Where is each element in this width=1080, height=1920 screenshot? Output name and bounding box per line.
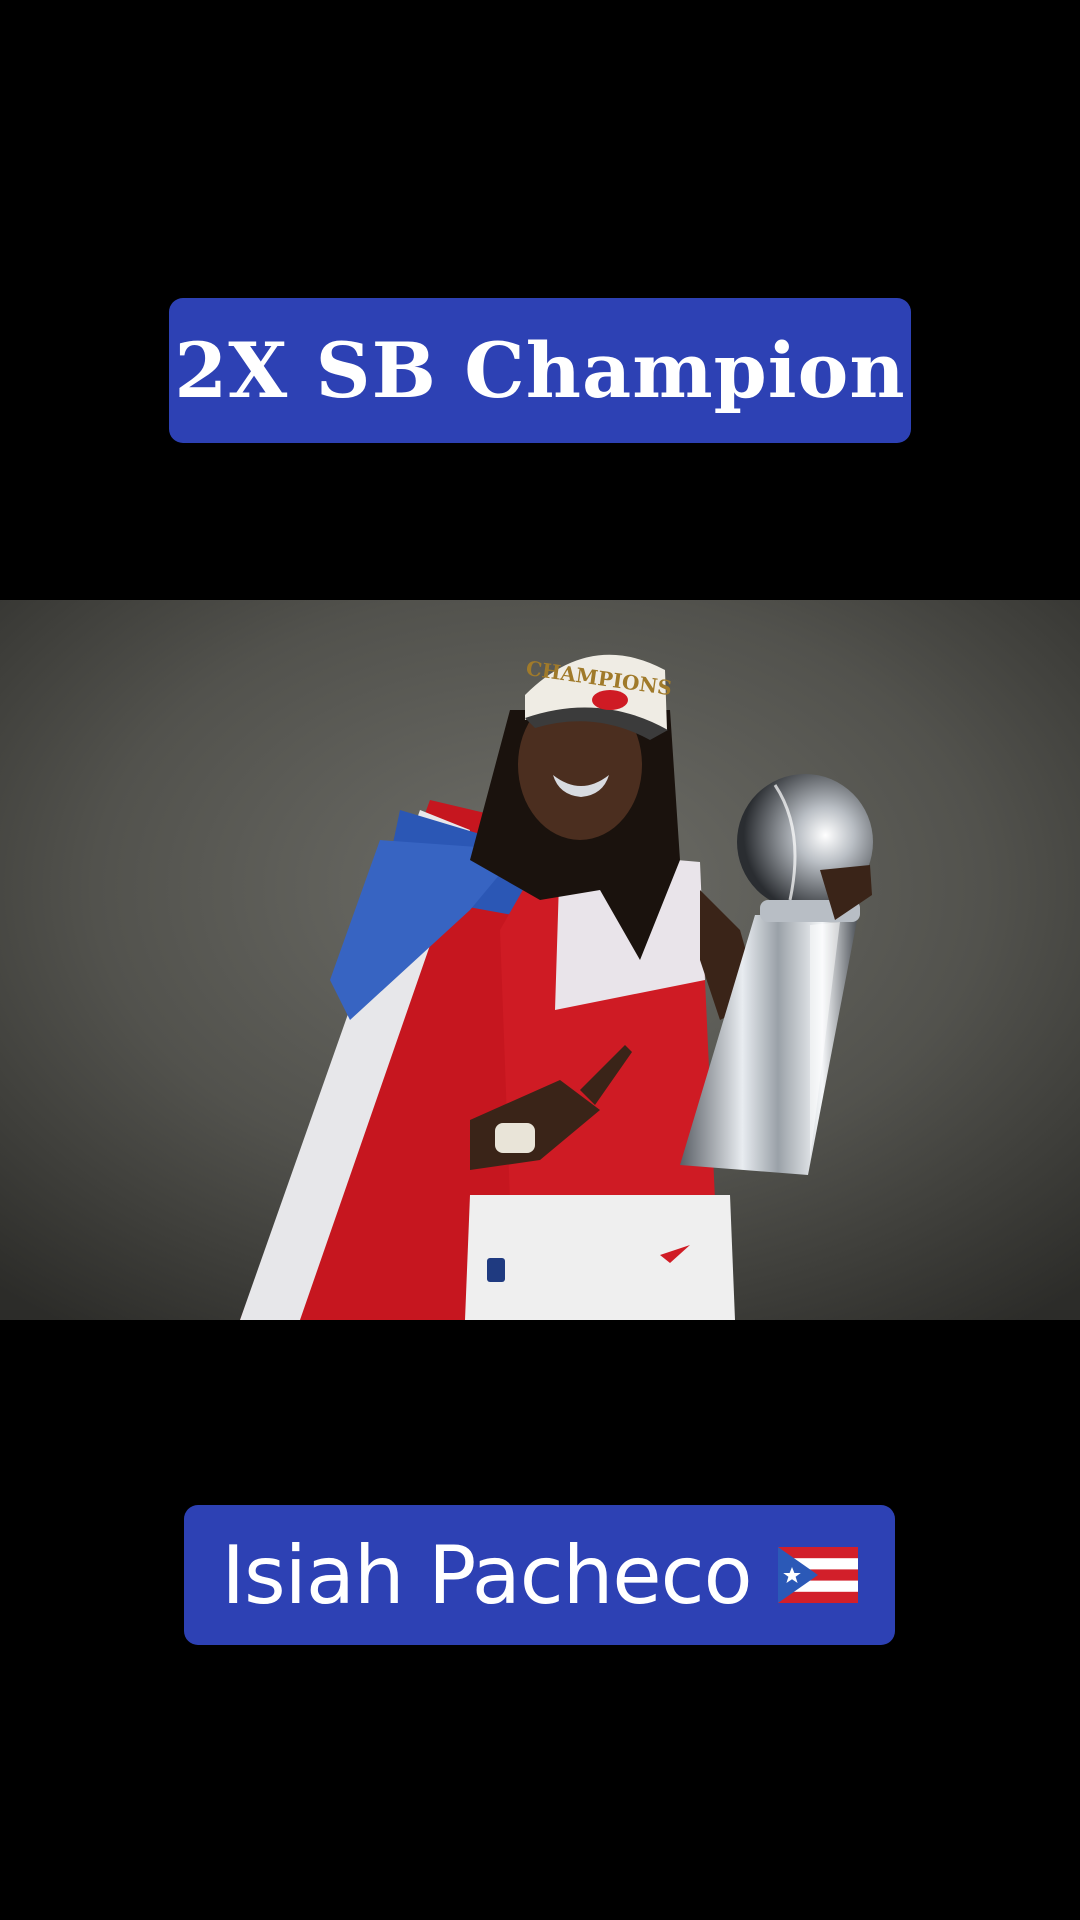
name-banner: Isiah Pacheco — [184, 1505, 895, 1645]
player-name: Isiah Pacheco — [221, 1528, 752, 1622]
title-text: 2X SB Champion — [174, 326, 906, 415]
player-photo: CHAMPIONS — [0, 600, 1080, 1320]
puerto-rico-flag-icon — [777, 1547, 858, 1603]
title-banner: 2X SB Champion — [169, 298, 911, 443]
